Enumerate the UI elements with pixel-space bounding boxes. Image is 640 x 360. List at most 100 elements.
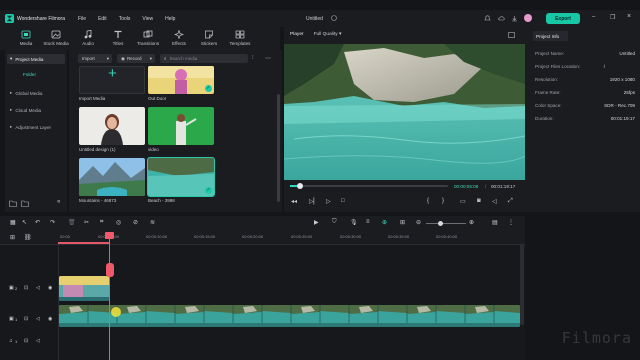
record-dropdown[interactable]: ◉ Record ▾: [117, 54, 155, 63]
avatar[interactable]: [524, 14, 532, 22]
caret-right-icon: ▸: [10, 90, 13, 95]
lock-icon[interactable]: ⊡: [24, 316, 28, 322]
timeline-clip[interactable]: [59, 305, 520, 327]
media-thumb-beach[interactable]: ✓: [147, 157, 215, 197]
cursor-icon[interactable]: ↖: [22, 219, 27, 226]
seek-bar[interactable]: [290, 185, 448, 187]
mute-icon[interactable]: ◁: [36, 338, 40, 344]
media-thumb-person[interactable]: [79, 107, 145, 145]
minimize-icon[interactable]: –: [592, 14, 595, 20]
snapshot-icon[interactable]: [508, 32, 515, 38]
undo-icon[interactable]: ↶: [35, 219, 40, 226]
cloud-icon[interactable]: [498, 15, 505, 22]
tab-media[interactable]: Media: [12, 30, 40, 49]
more-options-icon[interactable]: ⋮: [508, 219, 514, 226]
tab-transitions[interactable]: Transitions: [134, 30, 162, 49]
marker-icon[interactable]: ⛉: [332, 219, 337, 226]
mute-icon[interactable]: ◁: [36, 316, 40, 322]
menu-edit[interactable]: Edit: [98, 16, 107, 22]
video-preview[interactable]: [284, 44, 525, 180]
restore-icon[interactable]: ❐: [610, 14, 615, 21]
tab-effects[interactable]: Effects: [165, 30, 193, 49]
menu-view[interactable]: View: [142, 16, 153, 22]
link-icon[interactable]: ⛓: [24, 234, 32, 241]
timeline-scrollbar[interactable]: [520, 245, 524, 325]
add-track-icon[interactable]: ⊞: [10, 234, 15, 241]
zoom-slider[interactable]: [426, 223, 466, 224]
redo-icon[interactable]: ↷: [50, 219, 55, 226]
playhead-marker[interactable]: [106, 263, 114, 277]
split-icon[interactable]: ⊞: [400, 219, 405, 226]
audio-wave-icon[interactable]: ≋: [150, 219, 155, 226]
previous-frame-icon[interactable]: ◂◂: [291, 198, 297, 205]
player-tab[interactable]: Player: [290, 32, 304, 37]
project-info-tab[interactable]: Project Info: [533, 31, 568, 41]
tab-stickers[interactable]: Stickers: [195, 30, 223, 49]
nav-global-media[interactable]: ▸ Global Media: [7, 88, 65, 98]
eye-icon[interactable]: ◉: [48, 285, 52, 291]
download-icon[interactable]: [511, 15, 518, 22]
media-thumb-outdoor[interactable]: ✓: [148, 66, 214, 94]
step-back-icon[interactable]: ▷▏: [309, 198, 318, 205]
export-button[interactable]: Export: [546, 13, 580, 24]
media-scrollbar[interactable]: [277, 94, 280, 202]
zoom-slider-handle[interactable]: [438, 221, 443, 226]
display-icon[interactable]: ▭: [460, 198, 466, 205]
timeline-clip[interactable]: [59, 276, 109, 301]
chevron-down-icon: ▾: [106, 55, 109, 61]
bell-icon[interactable]: [484, 15, 491, 22]
lock-icon[interactable]: ⊡: [24, 285, 28, 291]
media-thumb-video[interactable]: [148, 107, 214, 145]
nav-adjustment-layer[interactable]: ▸ Adjustment Layer: [7, 122, 65, 132]
collapse-panel-icon[interactable]: «: [57, 199, 60, 205]
grid-icon[interactable]: ▦: [10, 219, 16, 226]
menu-tools[interactable]: Tools: [119, 16, 131, 22]
folder-icon[interactable]: [21, 200, 29, 207]
import-media-tile[interactable]: +: [79, 66, 145, 94]
mic-icon[interactable]: 🎙: [350, 219, 358, 226]
seek-handle[interactable]: [297, 183, 304, 189]
delete-icon[interactable]: 🗑: [68, 219, 76, 226]
nav-folder[interactable]: Folder: [23, 72, 36, 77]
snap-icon[interactable]: ⊕: [382, 219, 387, 226]
crop-icon[interactable]: ⌗: [100, 219, 103, 226]
search-input[interactable]: Search media: [170, 56, 198, 61]
playhead-handle[interactable]: [105, 232, 114, 239]
mute-icon[interactable]: ◁: [36, 285, 40, 291]
tab-audio[interactable]: Audio: [74, 30, 102, 49]
new-folder-icon[interactable]: [9, 200, 17, 207]
nav-project-media[interactable]: ▾ Project Media: [7, 54, 65, 64]
close-icon[interactable]: ×: [627, 13, 631, 20]
cut-icon[interactable]: ✂: [84, 219, 89, 226]
play-icon[interactable]: ▷: [326, 198, 331, 205]
render-icon[interactable]: ▶: [314, 219, 319, 226]
mark-out-icon[interactable]: }: [442, 198, 444, 204]
nav-cloud-media[interactable]: ▸ Cloud Media: [7, 105, 65, 115]
tab-templates[interactable]: Templates: [226, 30, 254, 49]
voiceover-icon[interactable]: ≡: [366, 219, 370, 225]
volume-icon[interactable]: ◁: [492, 198, 497, 205]
layout-icon[interactable]: ▤: [492, 219, 498, 226]
more-icon[interactable]: ⋯: [265, 55, 271, 62]
filter-icon[interactable]: ⫶: [252, 55, 254, 62]
quality-dropdown[interactable]: Full Quality ▾: [314, 32, 342, 37]
media-thumb-mountains[interactable]: [79, 158, 145, 196]
tab-stock-media[interactable]: Stock Media: [42, 30, 70, 49]
timeline-ruler[interactable]: ⊞ ⛓ 00:00 00:00:05:00 00:00:10:00 00:00:…: [0, 231, 525, 245]
tab-titles[interactable]: Titles: [104, 30, 132, 49]
info-circle-icon[interactable]: [331, 15, 337, 21]
lock-icon[interactable]: ⊡: [24, 338, 28, 344]
mark-in-icon[interactable]: {: [427, 198, 429, 204]
menu-help[interactable]: Help: [165, 16, 175, 22]
adjust-icon[interactable]: ⊘: [133, 219, 138, 226]
stop-icon[interactable]: □: [341, 198, 345, 204]
menu-file[interactable]: File: [78, 16, 86, 22]
search-field[interactable]: ⌕ Search media: [160, 54, 248, 63]
zoom-out-icon[interactable]: ⊖: [416, 219, 421, 226]
speed-icon[interactable]: ◎: [116, 219, 121, 226]
zoom-in-icon[interactable]: ⊕: [469, 219, 474, 226]
camera-icon[interactable]: ◙: [477, 198, 481, 204]
eye-icon[interactable]: ◉: [48, 316, 52, 322]
import-dropdown[interactable]: Import ▾: [78, 54, 112, 63]
fullscreen-icon[interactable]: ⤢: [508, 198, 513, 205]
